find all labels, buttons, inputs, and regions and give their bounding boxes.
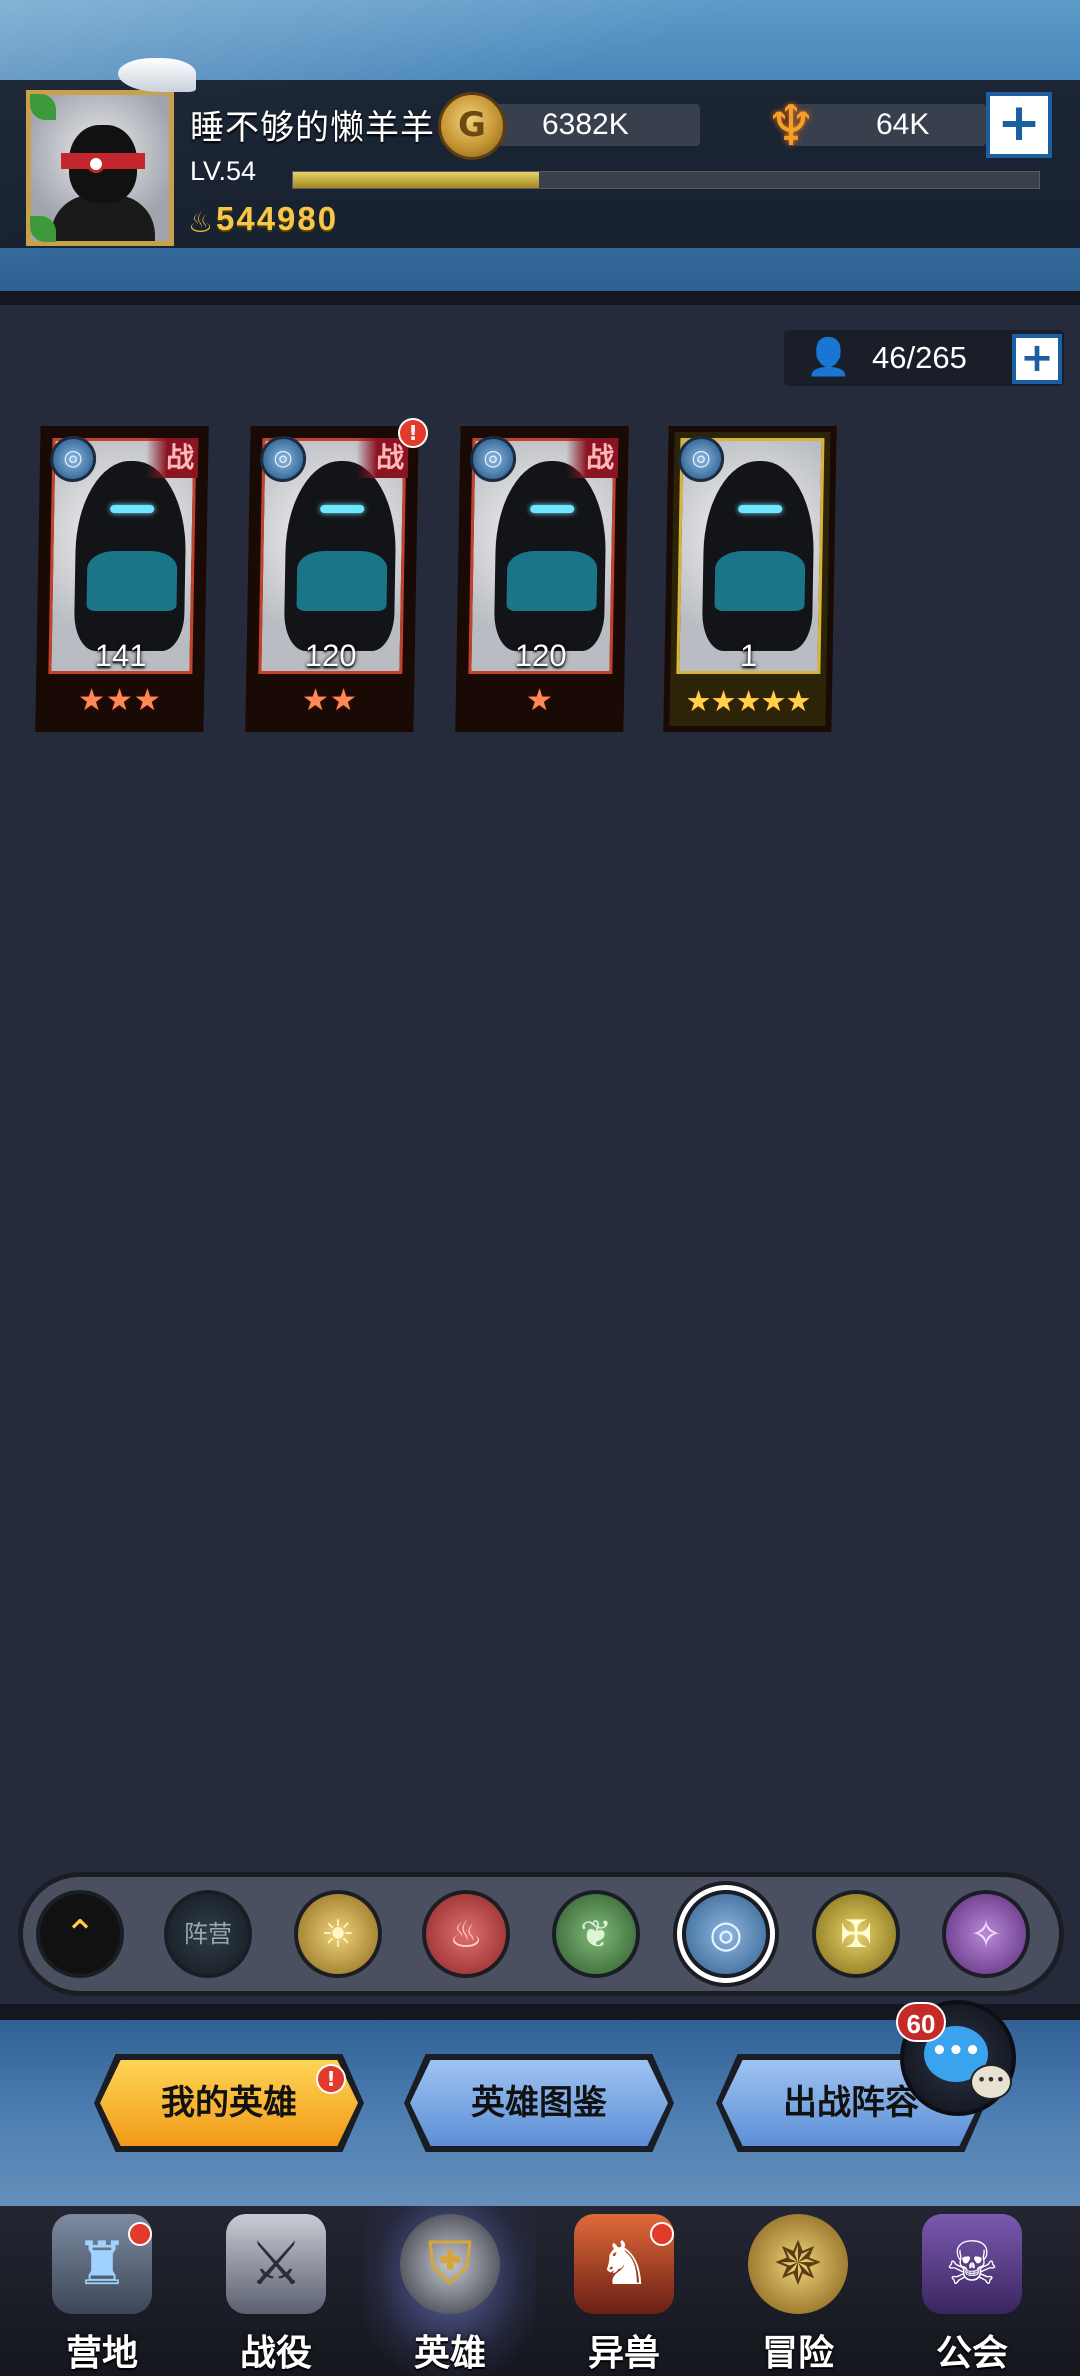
hero-card[interactable]: ◎ 战 120 ★★	[245, 426, 419, 732]
player-level: LV.54	[190, 156, 257, 186]
hero-armor	[506, 551, 598, 611]
cross-icon[interactable]: ✠	[812, 1890, 900, 1978]
nav-label: 营地	[65, 2333, 138, 2374]
fire-icon[interactable]: ♨	[422, 1890, 510, 1978]
hero-stars: ★★★★★	[685, 684, 811, 718]
hero-stars: ★★★	[77, 683, 163, 718]
player-name: 睡不够的懒羊羊	[190, 108, 435, 148]
battle-tag: 战	[145, 438, 199, 478]
hero-armor	[296, 551, 388, 611]
guild-banner-icon: ☠	[922, 2214, 1022, 2314]
gold-value: 6382K	[542, 108, 629, 141]
nav-item-beasts[interactable]: ♞ 异兽	[538, 2206, 710, 2376]
shadow-icon[interactable]: ✧	[942, 1890, 1030, 1978]
hero-count-text: 46/265	[872, 340, 967, 375]
add-user-icon: 👤	[806, 337, 851, 378]
hero-level: 141	[94, 638, 147, 673]
nav-label: 英雄	[413, 2333, 486, 2374]
hero-card[interactable]: ◎ 战 120 ★	[455, 426, 629, 732]
chat-unread-count: 60	[896, 2002, 946, 2042]
battle-tag: 战	[565, 438, 619, 478]
nav-label: 战役	[239, 2333, 312, 2374]
hero-armor	[714, 551, 806, 611]
flame-currency-icon: ♆	[765, 94, 817, 159]
faction-filter-button[interactable]: 阵营	[164, 1890, 252, 1978]
hero-stars: ★	[525, 683, 555, 718]
nav-label: 异兽	[587, 2333, 660, 2374]
hero-stars: ★★	[301, 683, 359, 718]
avatar-eye	[87, 155, 105, 173]
hero-eyes	[738, 505, 783, 513]
knight-helmet-icon: ⛨	[400, 2214, 500, 2314]
exp-bar	[292, 171, 1040, 189]
hero-armor	[86, 551, 178, 611]
chat-reply-icon: •••	[970, 2064, 1012, 2100]
camp-notification-dot	[128, 2222, 152, 2246]
my-heroes-alert-badge: !	[316, 2064, 346, 2094]
nav-item-heroes[interactable]: ⛨ 英雄	[364, 2206, 536, 2376]
hero-level: 1	[739, 638, 758, 673]
compass-icon: ✵	[748, 2214, 848, 2314]
sun-icon[interactable]: ☀	[294, 1890, 382, 1978]
nav-item-adventure[interactable]: ✵ 冒险	[712, 2206, 884, 2376]
hero-eyes	[530, 505, 575, 513]
water-icon[interactable]: ◎	[682, 1890, 770, 1978]
hero-card[interactable]: ◎ 战 141 ★★★	[35, 426, 209, 732]
nav-label: 公会	[935, 2333, 1008, 2374]
hero-alert-badge: !	[398, 418, 428, 448]
exp-bar-fill	[293, 172, 540, 188]
hero-eyes	[110, 505, 155, 513]
nav-label: 冒险	[761, 2333, 834, 2374]
nav-item-campaign[interactable]: ⚔ 战役	[190, 2206, 362, 2376]
gem-value: 64K	[876, 108, 930, 141]
crossed-swords-icon: ⚔	[226, 2214, 326, 2314]
nav-item-guild[interactable]: ☠ 公会	[886, 2206, 1058, 2376]
add-currency-button[interactable]: +	[986, 92, 1052, 158]
tab-hero-codex[interactable]: 英雄图鉴	[410, 2060, 668, 2146]
chevron-up-icon[interactable]: ⌃	[36, 1890, 124, 1978]
hero-card[interactable]: ◎ 1 ★★★★★	[663, 426, 837, 732]
battle-tag: 战	[355, 438, 409, 478]
leaf-icon[interactable]: ❦	[552, 1890, 640, 1978]
gold-coin-icon: G	[438, 92, 506, 160]
nav-item-camp[interactable]: ♜ 营地	[16, 2206, 188, 2376]
hero-level: 120	[304, 638, 357, 673]
power-icon: ♨	[188, 206, 214, 239]
hero-eyes	[320, 505, 365, 513]
hero-level: 120	[514, 638, 567, 673]
beasts-notification-dot	[650, 2222, 674, 2246]
expand-hero-slots-button[interactable]: +	[1012, 334, 1062, 384]
power-value: 544980	[216, 200, 339, 237]
